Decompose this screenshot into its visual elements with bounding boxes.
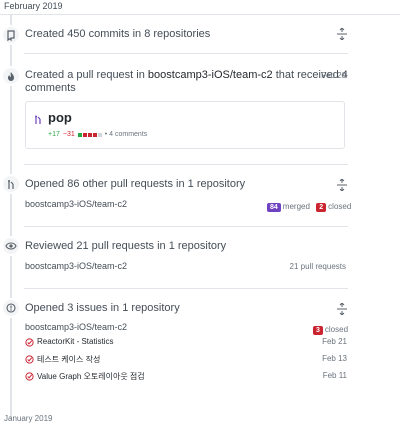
closed-label: closed (324, 325, 349, 334)
issue-closed-icon (25, 355, 34, 364)
separator (24, 53, 348, 54)
unfold-icon[interactable] (336, 302, 348, 316)
additions: +17 (48, 131, 60, 138)
deletions: −31 (62, 131, 75, 138)
merged-label: merged (282, 202, 310, 211)
repo-link[interactable]: boostcamp3-iOS/team-c2 (25, 261, 127, 271)
issue-opened-icon (1, 298, 21, 318)
pr-stats: +17 −31 • 4 comments (48, 131, 147, 138)
repo-link[interactable]: boostcamp3-iOS/team-c2 (25, 199, 127, 209)
separator (24, 164, 348, 165)
closed-count-badge: 2 (316, 203, 327, 212)
month-header: February 2019 (0, 0, 400, 15)
git-pull-request-icon (1, 174, 21, 194)
activity-title: Reviewed 21 pull requests in 1 repositor… (25, 240, 227, 252)
closed-label: closed (328, 202, 352, 211)
list-item[interactable]: ReactorKit - Statistics Feb 21 (25, 337, 347, 351)
flame-icon (1, 66, 21, 86)
pr-comments: • 4 comments (104, 131, 148, 138)
next-month-label: January 2019 (4, 414, 53, 423)
repo-link[interactable]: boostcamp3-iOS/team-c2 (148, 69, 273, 81)
issue-title: 테스트 케이스 작성 (37, 355, 101, 364)
unfold-icon[interactable] (336, 178, 348, 192)
repo-push-icon (1, 25, 21, 45)
git-pull-request-icon (34, 114, 42, 128)
issue-closed-icon (25, 338, 34, 347)
repo-link[interactable]: boostcamp3-iOS/team-c2 (25, 322, 127, 332)
pr-title[interactable]: pop (48, 110, 72, 125)
unfold-icon[interactable] (336, 27, 348, 41)
activity-title: Created 450 commits in 8 repositories (25, 28, 211, 40)
activity-title: Opened 3 issues in 1 repository (25, 302, 180, 314)
issue-date: Feb 21 (322, 337, 347, 346)
date: Feb 20 (321, 71, 346, 80)
separator (24, 226, 348, 227)
issue-status-counts: 3 closed (313, 321, 348, 335)
pr-status-counts: 84 merged 2 closed (267, 198, 351, 212)
issue-closed-icon (25, 372, 34, 381)
separator (24, 288, 348, 289)
review-count: 21 pull requests (289, 262, 346, 271)
pr-card[interactable]: pop +17 −31 • 4 comments (25, 101, 345, 149)
activity-title-line2: comments (25, 82, 76, 94)
month-label: February 2019 (4, 1, 63, 11)
eye-icon (1, 236, 21, 256)
diff-bar (77, 132, 103, 137)
issue-date: Feb 11 (322, 371, 347, 380)
list-item[interactable]: 테스트 케이스 작성 Feb 13 (25, 354, 347, 368)
issue-title: Value Graph 오토레이아웃 점검 (37, 372, 145, 381)
issue-date: Feb 13 (322, 354, 347, 363)
activity-title: Opened 86 other pull requests in 1 repos… (25, 178, 246, 190)
issue-title: ReactorKit - Statistics (37, 337, 114, 346)
list-item[interactable]: Value Graph 오토레이아웃 점검 Feb 11 (25, 371, 347, 385)
merged-count-badge: 84 (267, 203, 281, 212)
closed-count-badge: 3 (313, 326, 323, 335)
